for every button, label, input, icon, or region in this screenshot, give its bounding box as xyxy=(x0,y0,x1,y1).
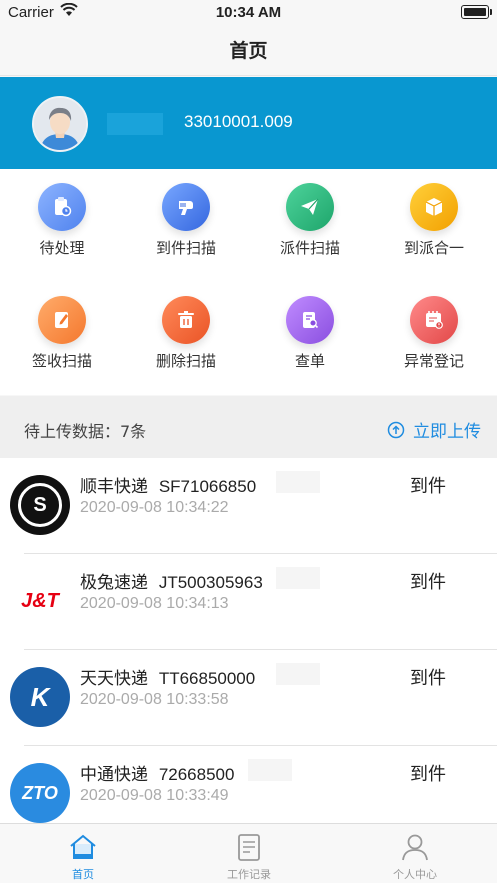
tab-bar: 首页 工作记录 个人中心 xyxy=(0,823,497,883)
search-document-icon xyxy=(286,296,334,344)
menu-exception[interactable]: 异常登记 xyxy=(372,282,496,395)
menu-sign-scan[interactable]: 签收扫描 xyxy=(0,282,124,395)
list-item[interactable]: ZTO 中通快递 72668500 2020-09-08 10:33:49 到件 xyxy=(0,746,497,823)
zto-logo-text: ZTO xyxy=(22,782,58,803)
trash-icon xyxy=(162,296,210,344)
tab-home[interactable]: 首页 xyxy=(0,824,166,883)
menu-arrival-scan[interactable]: 到件扫描 xyxy=(124,169,248,282)
courier-name: 中通快递 xyxy=(80,765,148,785)
home-icon xyxy=(70,834,96,859)
calendar-alert-icon xyxy=(410,296,458,344)
paper-plane-icon xyxy=(286,183,334,231)
sf-logo-text: S xyxy=(18,483,62,527)
function-grid: 待处理 到件扫描 派件扫描 到派合一 签收扫描 删除扫描 查单 异常登记 xyxy=(0,169,497,395)
tab-profile[interactable]: 个人中心 xyxy=(332,824,497,883)
account-number: 33010001.009 xyxy=(184,112,293,131)
status-bar: Carrier 10:34 AM xyxy=(0,0,497,26)
jt-logo-text: J&T xyxy=(21,589,59,612)
upload-now-label: 立即上传 xyxy=(413,422,481,442)
avatar[interactable] xyxy=(32,96,88,152)
menu-label: 删除扫描 xyxy=(155,352,216,370)
sf-express-logo: S xyxy=(10,475,70,535)
upload-icon xyxy=(387,421,405,438)
record-title: 顺丰快递 SF71066850 xyxy=(80,472,256,497)
tracking-mask xyxy=(248,759,292,781)
record-time: 2020-09-08 10:34:13 xyxy=(80,595,229,612)
list-item[interactable]: J&T 极兔速递 JT500305963 2020-09-08 10:34:13… xyxy=(0,554,497,650)
menu-label: 派件扫描 xyxy=(279,239,340,257)
menu-pending[interactable]: 待处理 xyxy=(0,169,124,282)
tab-work-records[interactable]: 工作记录 xyxy=(166,824,332,883)
tracking-number: JT500305963 xyxy=(158,573,263,592)
record-title: 天天快递 TT66850000 xyxy=(80,664,255,689)
record-status: 到件 xyxy=(410,668,446,689)
menu-label: 签收扫描 xyxy=(31,352,92,370)
record-title: 中通快递 72668500 xyxy=(80,760,234,785)
user-avatar-icon xyxy=(34,98,86,150)
tab-label: 首页 xyxy=(72,868,94,881)
record-time: 2020-09-08 10:34:22 xyxy=(80,499,229,516)
page-title: 首页 xyxy=(229,40,268,62)
menu-label: 查单 xyxy=(294,352,325,370)
menu-label: 异常登记 xyxy=(403,352,464,370)
upload-now-button[interactable]: 立即上传 xyxy=(387,417,481,442)
record-title: 极兔速递 JT500305963 xyxy=(80,568,263,593)
tracking-mask xyxy=(276,471,320,493)
battery-icon xyxy=(461,5,492,19)
record-status: 到件 xyxy=(410,764,446,785)
menu-query[interactable]: 查单 xyxy=(248,282,372,395)
username-mask xyxy=(107,113,163,135)
list-item[interactable]: K 天天快递 TT66850000 2020-09-08 10:33:58 到件 xyxy=(0,650,497,746)
record-time: 2020-09-08 10:33:58 xyxy=(80,691,229,708)
menu-dispatch-scan[interactable]: 派件扫描 xyxy=(248,169,372,282)
zto-express-logo: ZTO xyxy=(10,763,70,823)
tt-logo-text: K xyxy=(30,681,50,712)
tracking-number: SF71066850 xyxy=(158,477,257,496)
list-item[interactable]: S 顺丰快递 SF71066850 2020-09-08 10:34:22 到件 xyxy=(0,458,497,554)
courier-name: 顺丰快递 xyxy=(80,477,148,497)
clipboard-clock-icon xyxy=(38,183,86,231)
clock: 10:34 AM xyxy=(215,4,282,21)
courier-name: 极兔速递 xyxy=(80,573,148,593)
tab-label: 工作记录 xyxy=(227,868,271,881)
person-icon xyxy=(402,834,428,861)
menu-label: 待处理 xyxy=(39,239,85,257)
tracking-mask xyxy=(276,567,320,589)
record-list: S 顺丰快递 SF71066850 2020-09-08 10:34:22 到件… xyxy=(0,458,497,823)
menu-arrive-dispatch[interactable]: 到派合一 xyxy=(372,169,496,282)
menu-label: 到件扫描 xyxy=(155,239,216,257)
pending-count: 待上传数据：7条 xyxy=(24,422,147,441)
tracking-number: TT66850000 xyxy=(158,669,256,688)
courier-name: 天天快递 xyxy=(80,669,148,689)
record-status: 到件 xyxy=(410,476,446,497)
box-icon xyxy=(410,183,458,231)
jt-express-logo: J&T xyxy=(10,571,70,631)
tracking-mask xyxy=(276,663,320,685)
nav-bar: 首页 xyxy=(0,26,497,76)
tiantian-express-logo: K xyxy=(10,667,70,727)
profile-banner: 33010001.009 xyxy=(0,77,497,169)
menu-label: 到派合一 xyxy=(403,239,464,257)
tracking-number: 72668500 xyxy=(158,765,235,784)
pending-upload-bar: 待上传数据：7条 立即上传 xyxy=(0,396,497,458)
menu-delete-scan[interactable]: 删除扫描 xyxy=(124,282,248,395)
sign-edit-icon xyxy=(38,296,86,344)
tab-label: 个人中心 xyxy=(393,868,437,881)
scanner-icon xyxy=(162,183,210,231)
record-status: 到件 xyxy=(410,572,446,593)
record-time: 2020-09-08 10:33:49 xyxy=(80,787,229,804)
document-icon xyxy=(238,834,260,861)
